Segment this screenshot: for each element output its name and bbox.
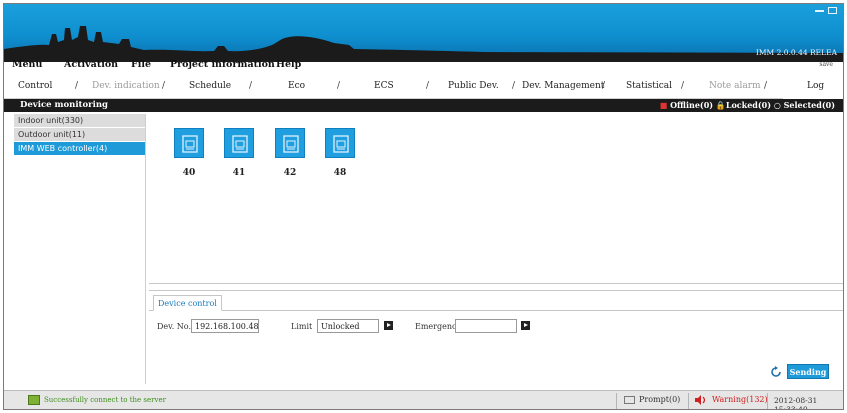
tab-statistical[interactable]: Statistical (626, 81, 672, 91)
menu-item-activation[interactable]: Activation (64, 59, 118, 70)
status-separator (616, 393, 617, 409)
device-grid: 40 41 42 48 (149, 114, 843, 284)
device-tile[interactable]: 42 (275, 128, 305, 178)
device-number: 42 (283, 168, 297, 178)
menu-item-help[interactable]: Help (276, 59, 301, 70)
device-type-outdoor-unit[interactable]: Outdoor unit(11) (14, 128, 145, 142)
device-number: 40 (182, 168, 196, 178)
selected-count: Selected(0) (783, 100, 835, 110)
warning-count[interactable]: Warning(132) (694, 395, 768, 405)
datetime: 2012-08-31 15:33:40 (774, 396, 818, 410)
prompt-count[interactable]: Prompt(0) (624, 395, 680, 404)
device-monitoring-title: Device monitoring (20, 100, 108, 110)
dev-no-label: Dev. No. (157, 322, 192, 331)
device-tile[interactable]: 41 (224, 128, 254, 178)
tab-log[interactable]: Log (807, 81, 843, 91)
offline-dot-icon: ■ (659, 100, 668, 110)
tab-separator: / (337, 81, 341, 91)
tab-public-dev[interactable]: Public Dev. (448, 81, 499, 91)
device-tile[interactable]: 48 (325, 128, 355, 178)
tab-separator: / (764, 81, 768, 91)
selected-dot-icon: ○ (773, 100, 781, 110)
limit-dropdown-arrow-icon[interactable] (384, 321, 393, 330)
menu-bar: Menu Activation File Project information… (4, 56, 843, 72)
device-control-panel: Device control Dev. No. 192.168.100.48 L… (149, 290, 843, 386)
tab-log-container: Log (783, 73, 843, 99)
tab-separator: / (512, 81, 516, 91)
tab-schedule[interactable]: Schedule (189, 81, 231, 91)
status-separator (688, 393, 689, 409)
emergency-field[interactable] (455, 319, 517, 333)
dev-no-field[interactable]: 192.168.100.48 (191, 319, 259, 333)
offline-count: Offline(0) (670, 100, 714, 110)
prompt-text: Prompt(0) (639, 395, 681, 404)
sending-button[interactable]: Sending (787, 364, 829, 379)
limit-label: Limit (291, 322, 313, 331)
tab-separator: / (602, 81, 606, 91)
menu-item-file[interactable]: File (131, 59, 151, 70)
maximize-icon[interactable] (828, 7, 837, 14)
controller-icon[interactable] (224, 128, 254, 158)
connection-icon (28, 395, 40, 405)
locked-count: Locked(0) (725, 100, 772, 110)
tab-separator: / (75, 81, 79, 91)
tab-note-alarm[interactable]: Note alarm (709, 81, 761, 91)
tab-separator: / (249, 81, 253, 91)
menu-item-menu[interactable]: Menu (12, 59, 42, 70)
emergency-dropdown-arrow-icon[interactable] (521, 321, 530, 330)
lock-icon: 🔒 (715, 100, 726, 110)
connection-status: Successfully connect to the server (44, 396, 166, 404)
controller-icon[interactable] (275, 128, 305, 158)
tab-separator: / (426, 81, 430, 91)
limit-field[interactable]: Unlocked (317, 319, 379, 333)
tab-bar: Control / Dev. indication / Schedule / E… (4, 73, 843, 99)
minimize-icon[interactable] (815, 7, 824, 12)
device-monitoring-header: Device monitoring ■ Offline(0) 🔒Locked(0… (4, 99, 843, 112)
device-number: 48 (333, 168, 347, 178)
device-type-imm-web-controller[interactable]: IMM WEB controller(4) (14, 142, 145, 156)
status-separator (767, 393, 768, 409)
tab-dev-indication[interactable]: Dev. indication (92, 81, 160, 91)
mail-icon (624, 396, 635, 404)
app-window: IMM 2.0.0.44 RELEA Menu Activation File … (3, 3, 844, 410)
menu-item-project-information[interactable]: Project information (170, 59, 275, 70)
window-controls (815, 7, 837, 14)
tab-separator: / (681, 81, 685, 91)
controller-icon[interactable] (174, 128, 204, 158)
refresh-icon[interactable] (770, 366, 782, 378)
warning-text: Warning(132) (712, 395, 768, 404)
device-type-list: Indoor unit(330) Outdoor unit(11) IMM WE… (14, 114, 146, 384)
controller-icon[interactable] (325, 128, 355, 158)
tab-ecs[interactable]: ECS (374, 81, 394, 91)
panel-divider (149, 310, 843, 311)
tab-control[interactable]: Control (18, 81, 52, 91)
tab-eco[interactable]: Eco (288, 81, 305, 91)
device-number: 41 (232, 168, 246, 178)
speaker-warning-icon (695, 395, 706, 405)
tab-separator: / (162, 81, 166, 91)
app-banner: IMM 2.0.0.44 RELEA (4, 4, 843, 62)
device-tile[interactable]: 40 (174, 128, 204, 178)
monitor-status: ■ Offline(0) 🔒Locked(0) ○ Selected(0) (660, 100, 835, 110)
tab-dev-management[interactable]: Dev. Management (522, 81, 604, 91)
save-label: save (819, 61, 833, 68)
device-type-indoor-unit[interactable]: Indoor unit(330) (14, 114, 145, 128)
status-bar: Successfully connect to the server Promp… (4, 390, 843, 410)
tab-device-control[interactable]: Device control (153, 295, 222, 311)
